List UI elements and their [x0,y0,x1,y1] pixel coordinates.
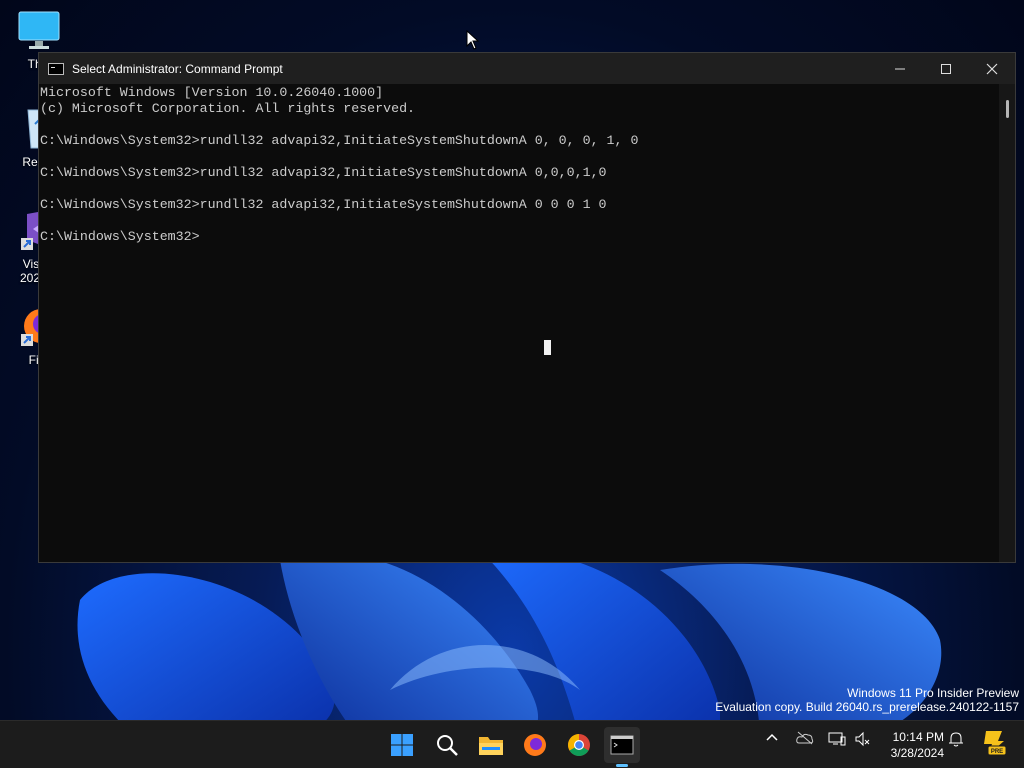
mouse-pointer-icon [466,29,480,55]
evaluation-watermark: Windows 11 Pro Insider Preview Evaluatio… [715,686,1019,714]
chrome-icon [568,734,590,756]
cmd-icon [610,735,634,755]
cmd-icon [48,62,64,75]
console-output[interactable]: Microsoft Windows [Version 10.0.26040.10… [39,84,999,562]
vertical-scrollbar[interactable] [999,84,1015,562]
taskbar-firefox[interactable] [517,727,553,763]
taskbar-command-prompt[interactable] [604,727,640,767]
folder-icon [479,737,503,755]
title-bar[interactable]: Select Administrator: Command Prompt [39,53,1015,84]
search-icon [437,735,458,756]
clock[interactable]: 10:14 PM 3/28/2024 [880,729,944,761]
text-cursor [544,340,551,355]
command-prompt-window[interactable]: Select Administrator: Command Prompt Mic… [38,52,1016,563]
onedrive-icon [796,731,814,745]
clock-time: 10:14 PM [892,730,944,744]
taskbar-file-explorer[interactable] [473,727,509,763]
volume-muted-icon [855,731,870,747]
firefox-icon [524,734,546,756]
insider-pre-icon: PRE [984,731,1007,756]
minimize-button[interactable] [877,53,923,84]
taskbar: 10:14 PM 3/28/2024 PRE [0,720,1024,768]
watermark-line-2: Evaluation copy. Build 26040.rs_prerelea… [715,700,1019,714]
notification-bell-icon [949,732,963,747]
close-button[interactable] [969,53,1015,84]
windows-logo-icon [391,734,413,756]
pre-badge-text: PRE [991,749,1003,755]
chevron-up-icon [766,733,778,741]
window-title: Select Administrator: Command Prompt [72,61,283,76]
taskbar-chrome[interactable] [561,727,597,763]
maximize-button[interactable] [923,53,969,84]
start-button[interactable] [384,727,420,763]
active-app-indicator [616,764,628,767]
onedrive-tray[interactable] [796,731,814,748]
network-icon [828,732,846,746]
network-tray[interactable] [828,731,846,750]
search-button[interactable] [429,727,465,763]
console-text: Microsoft Windows [Version 10.0.26040.10… [40,85,639,244]
watermark-line-1: Windows 11 Pro Insider Preview [847,686,1019,700]
show-hidden-icons-button[interactable] [765,731,779,748]
insider-pre-button[interactable]: PRE [980,729,1007,760]
scrollbar-thumb[interactable] [1006,100,1009,118]
notifications-button[interactable] [949,731,963,750]
volume-tray[interactable] [855,731,871,750]
clock-date: 3/28/2024 [890,746,944,760]
this-pc-icon [0,10,78,55]
